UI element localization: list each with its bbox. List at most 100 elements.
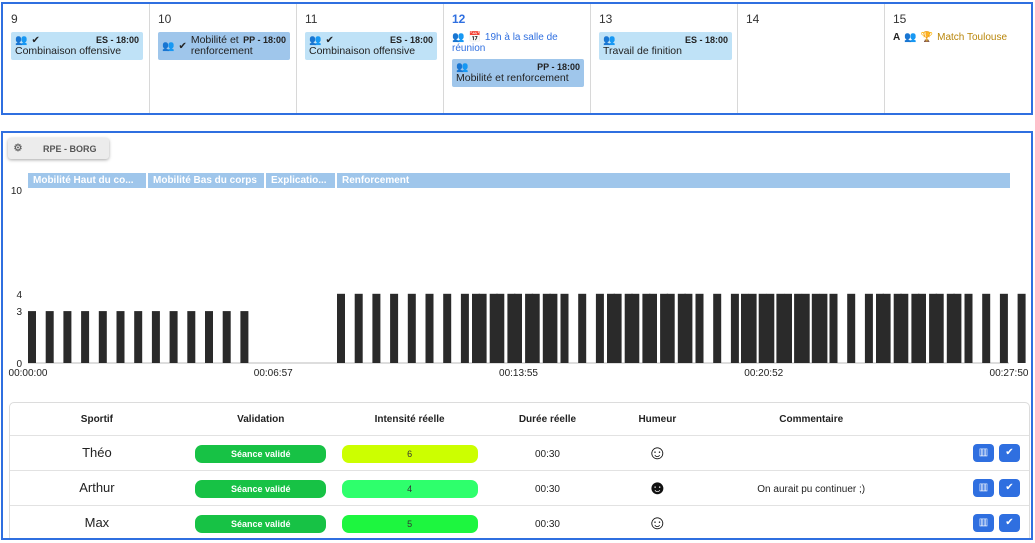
header-mood: Humeur [638,413,677,425]
calendar-day[interactable]: 10 👥 ✔ Mobilité et renforcement PP - 18:00 [150,4,297,113]
rpe-bar[interactable] [784,293,792,363]
match-event[interactable]: A 👥 🏆 Match Toulouse [893,32,1025,43]
rpe-bar[interactable] [489,293,498,363]
rpe-bar[interactable] [911,293,920,363]
rpe-bar[interactable] [63,311,72,363]
calendar-event[interactable]: 👥 ES - 18:00 Travail de finition [599,32,732,60]
chart-button[interactable]: ▥ [973,444,994,462]
rpe-bar[interactable] [776,293,785,363]
validation-badge[interactable]: Séance validé [195,514,327,533]
rpe-bar[interactable] [999,293,1008,363]
rpe-bar[interactable] [801,293,810,363]
rpe-bar[interactable] [829,293,838,363]
rpe-bar[interactable] [578,293,587,363]
rpe-bar[interactable] [1017,293,1026,363]
rpe-bar[interactable] [758,293,767,363]
calendar-event[interactable]: 👥 ✔ ES - 18:00 Combinaison offensive [11,32,143,60]
chart-icon: ▥ [978,517,989,528]
rpe-bar[interactable] [134,311,143,363]
table-header: Sportif Validation Intensité réelle Duré… [10,403,1029,436]
table-row: Arthur Séance validé 4 00:30 ☻ On aurait pu c… [10,471,1029,506]
rpe-bar[interactable] [876,293,884,363]
chart-icon: ▥ [978,482,989,493]
validate-button[interactable]: ✔ [999,514,1020,532]
day-number: 11 [305,12,318,26]
rpe-bar[interactable] [695,293,704,363]
rpe-bar[interactable] [595,293,604,363]
rpe-bar[interactable] [45,311,54,363]
rpe-bar[interactable] [187,311,196,363]
rpe-bar[interactable] [407,293,416,363]
rpe-bar[interactable] [151,311,160,363]
header-comment: Commentaire [779,413,844,425]
check-icon: ✔ [1005,482,1014,493]
rpe-bar[interactable] [794,293,803,363]
rpe-bar[interactable] [766,293,775,363]
rpe-bar[interactable] [560,293,569,363]
rpe-bar[interactable] [390,293,399,363]
validation-badge[interactable]: Séance validé [195,479,327,498]
meeting-note[interactable]: 👥 📅 19h à la salle de réunion [452,32,584,54]
chart-button[interactable]: ▥ [973,479,994,497]
comment-text: On aurait pu continuer ;) [757,484,866,495]
rpe-bar[interactable] [642,293,651,363]
rpe-bar[interactable] [337,293,345,363]
rpe-bar[interactable] [607,293,615,363]
rpe-bar[interactable] [741,293,749,363]
validate-button[interactable]: ✔ [999,479,1020,497]
rpe-bar[interactable] [893,293,902,363]
away-marker: A [893,32,901,43]
calendar-day[interactable]: 15 A 👥 🏆 Match Toulouse [885,4,1031,113]
rpe-bar[interactable] [730,293,739,363]
validate-button[interactable]: ✔ [999,444,1020,462]
rpe-bar[interactable] [507,293,516,363]
rpe-bar[interactable] [946,293,955,363]
rpe-bar[interactable] [222,311,231,363]
calendar-event[interactable]: 👥 PP - 18:00 Mobilité et renforcement [452,59,584,87]
rpe-bar[interactable] [864,293,873,363]
rpe-bar[interactable] [929,293,938,363]
x-tick-label: 00:27:50 [990,368,1029,379]
rpe-bar[interactable] [28,311,36,363]
rpe-bar[interactable] [982,293,991,363]
duration-value: 00:30 [534,519,560,530]
rpe-bar[interactable] [205,311,213,363]
rpe-bar[interactable] [542,293,551,363]
rpe-bar[interactable] [425,293,434,363]
calendar-day[interactable]: 14 [738,4,885,113]
rpe-bar[interactable] [472,293,480,363]
check-icon: ✔ [1005,447,1014,458]
intensity-badge[interactable]: 5 [341,514,478,533]
rpe-bar[interactable] [81,311,90,363]
rpe-bar[interactable] [354,293,363,363]
chart-button[interactable]: ▥ [973,514,994,532]
intensity-badge[interactable]: 4 [341,479,478,498]
rpe-bar[interactable] [811,293,820,363]
rpe-bar[interactable] [677,293,686,363]
calendar-day[interactable]: 12 👥 📅 19h à la salle de réunion 👥 PP - 18… [444,4,591,113]
rpe-bar[interactable] [443,293,452,363]
rpe-bar[interactable] [819,293,828,363]
rpe-bar[interactable] [525,293,534,363]
rpe-bar[interactable] [116,311,125,363]
rpe-bar[interactable] [240,311,249,363]
day-number: 10 [158,12,172,26]
rpe-bar[interactable] [847,293,856,363]
rpe-bar[interactable] [660,293,669,363]
intensity-badge[interactable]: 6 [341,444,478,463]
rpe-bar[interactable] [624,293,633,363]
calendar-day[interactable]: 13 👥 ES - 18:00 Travail de finition [591,4,738,113]
trophy-icon: 🏆 [920,32,934,43]
rpe-bar[interactable] [964,293,973,363]
rpe-bar[interactable] [713,293,722,363]
rpe-bar[interactable] [98,311,107,363]
rpe-bar[interactable] [169,311,178,363]
rpe-bar[interactable] [748,293,757,363]
calendar-event[interactable]: 👥 ✔ Mobilité et renforcement PP - 18:00 [158,32,290,60]
rpe-bar[interactable] [372,293,381,363]
rpe-bar[interactable] [460,293,469,363]
validation-badge[interactable]: Séance validé [195,444,327,463]
calendar-day[interactable]: 9 👥 ✔ ES - 18:00 Combinaison offensive [3,4,150,113]
calendar-event[interactable]: 👥 ✔ ES - 18:00 Combinaison offensive [305,32,437,60]
calendar-day[interactable]: 11 👥 ✔ ES - 18:00 Combinaison offensive [297,4,444,113]
